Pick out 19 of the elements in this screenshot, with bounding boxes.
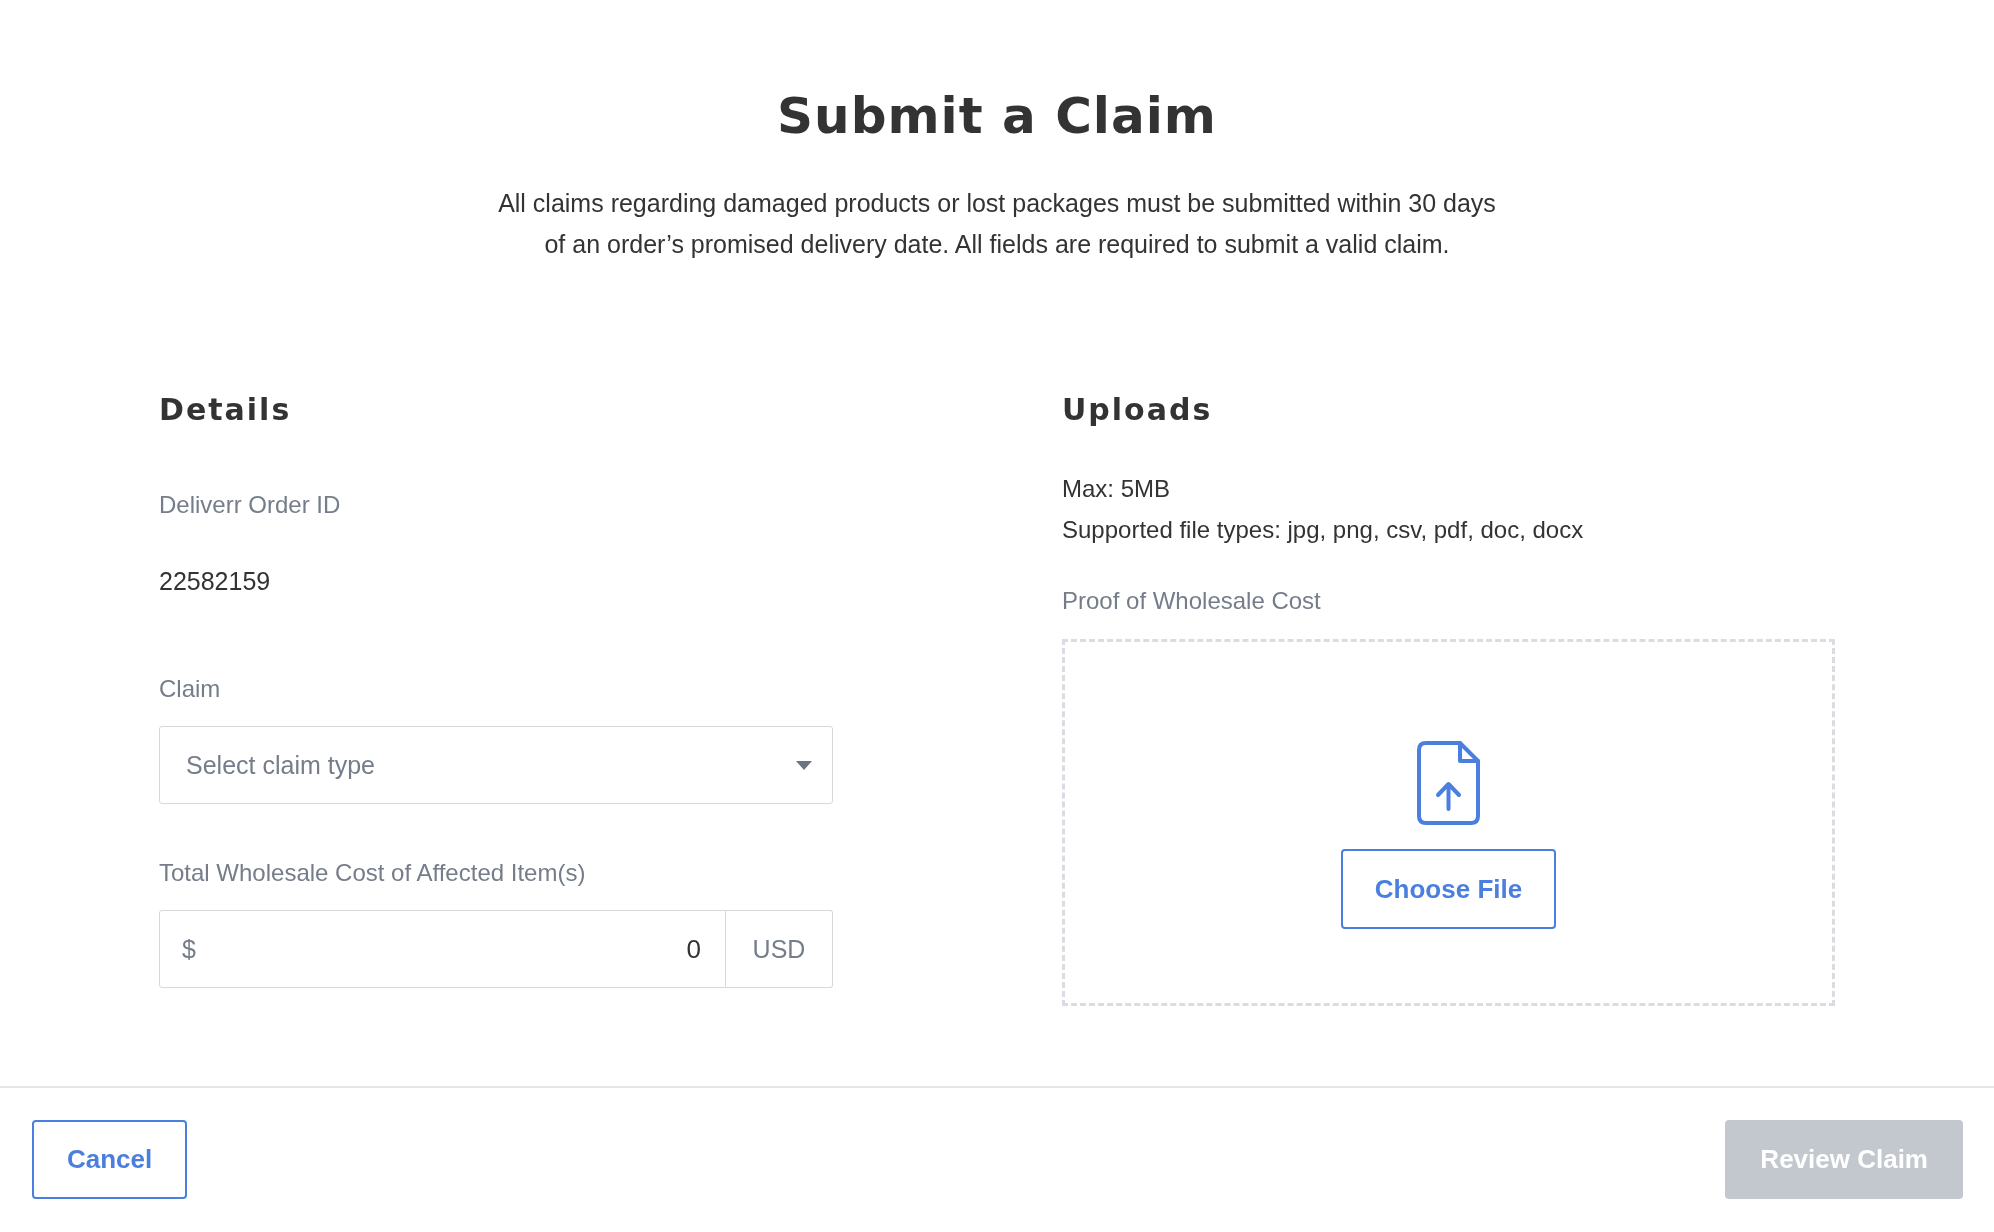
section-heading: Uploads [1062, 392, 1213, 428]
choose-file-button[interactable]: Choose File [1341, 849, 1556, 929]
upload-note: Supported file types: jpg, png, csv, pdf, doc, docx [1062, 515, 1584, 545]
cancel-button[interactable]: Cancel [32, 1120, 188, 1199]
file-upload-icon [1417, 741, 1480, 825]
section-heading: Details [159, 392, 292, 428]
file-drop-zone[interactable]: Choose File [1062, 639, 1835, 1006]
upload-note: Max: 5MB [1062, 474, 1172, 504]
field-label: Claim [159, 674, 221, 704]
field-label: Proof of Wholesale Cost [1062, 586, 1321, 616]
amount-input[interactable]: $ 0 [159, 910, 726, 988]
claim-type-select[interactable]: Select claim type [159, 726, 833, 804]
intro-text: All claims regarding damaged products or lost packages must be submitted within 30 days of an order’s promised delivery date. All fields are required to submit a valid claim. [497, 188, 1497, 260]
currency-unit: USD [726, 910, 833, 988]
caret-icon [796, 760, 812, 770]
field-value: 22582159 [159, 566, 271, 596]
field-label: Deliverr Order ID [159, 490, 341, 520]
field-label: Total Wholesale Cost of Affected Item(s) [159, 858, 586, 888]
page-title: Submit a Claim [777, 86, 1217, 146]
